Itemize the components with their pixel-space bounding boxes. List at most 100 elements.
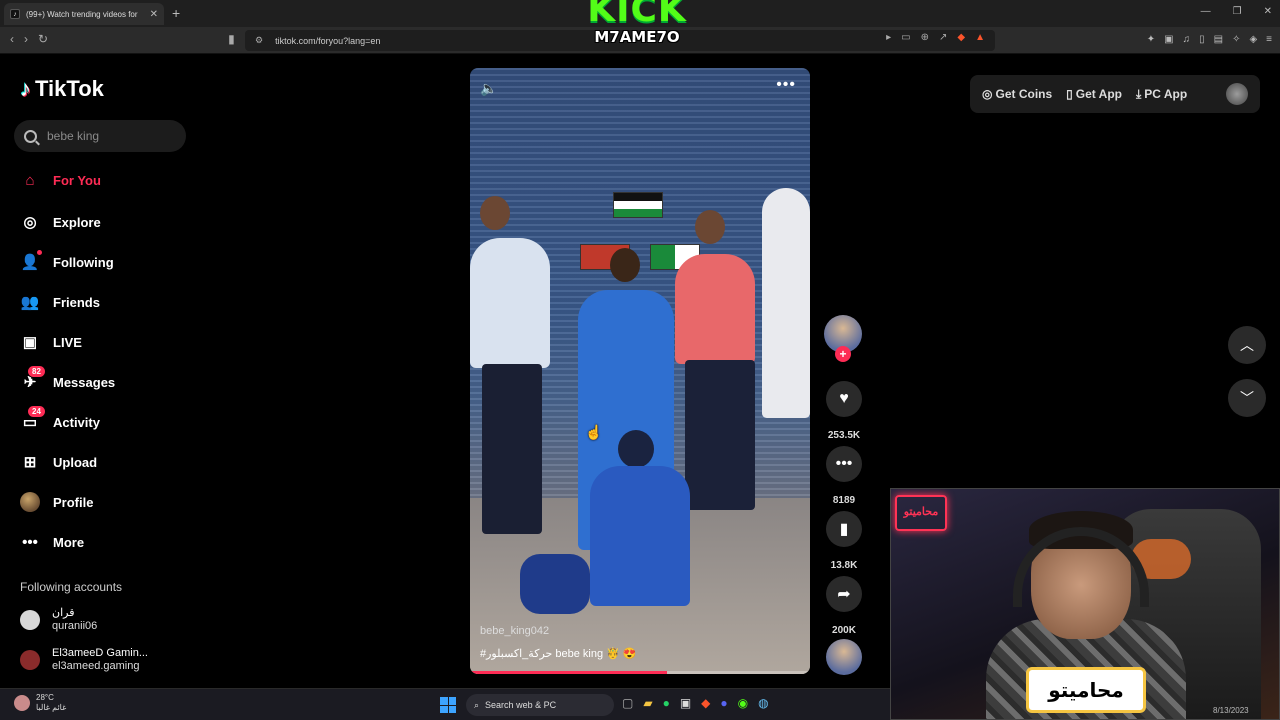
weather-text: غائم غالبا: [36, 703, 67, 712]
zoom-icon[interactable]: ⊕: [921, 32, 929, 43]
comment-icon: •••: [826, 446, 862, 482]
brave-shields-icon[interactable]: ◆: [957, 32, 965, 43]
following-account[interactable]: قران quranii06: [20, 607, 97, 633]
search-icon: ⌕: [474, 699, 480, 710]
minimize-icon[interactable]: —: [1201, 6, 1211, 17]
taskbar-apps: ▢ ▰ ● ▣ ◆ ● ◉ ◍: [622, 696, 769, 710]
sidebar-item-label: Messages: [53, 374, 116, 390]
task-view-icon[interactable]: ▢: [622, 696, 633, 710]
get-app-button[interactable]: ▯ Get App: [1066, 87, 1122, 101]
video-username[interactable]: bebe_king042: [480, 625, 549, 637]
app-icon[interactable]: ▣: [680, 696, 691, 710]
search-icon: [24, 129, 37, 143]
video-actions: + ♥ 253.5K ••• 8189 ▮ 13.8K ➦ 200K: [824, 315, 864, 675]
sidebar-item-upload[interactable]: ⊞ Upload: [20, 442, 200, 482]
more-options-icon[interactable]: •••: [776, 76, 796, 94]
pc-app-button[interactable]: ⤓ PC App: [1136, 87, 1187, 102]
following-account[interactable]: El3ameeD Gamin... el3ameed.gaming: [20, 647, 148, 673]
streamer-name: M7AME7O: [594, 28, 680, 46]
next-video-button[interactable]: ﹀: [1228, 379, 1266, 417]
get-app-label: Get App: [1075, 87, 1122, 101]
tab-close-icon[interactable]: ✕: [150, 9, 158, 20]
file-explorer-icon[interactable]: ▰: [643, 696, 652, 710]
like-button[interactable]: ♥ 253.5K: [826, 381, 862, 441]
discord-icon[interactable]: ●: [720, 696, 727, 710]
video-player[interactable]: 🔈 ••• bebe_king042 #حركة_اكسبلور bebe ki…: [470, 68, 810, 674]
back-icon[interactable]: ‹: [10, 32, 14, 46]
weather-widget[interactable]: 28°C غائم غالبا: [14, 693, 66, 713]
compass-icon: ◎: [23, 214, 37, 231]
profile-avatar-icon: [20, 492, 40, 512]
video-progress-bar[interactable]: [470, 671, 810, 674]
windows-start-icon[interactable]: [440, 697, 456, 713]
account-avatar: [20, 610, 40, 630]
sidebar-item-label: More: [53, 534, 85, 550]
sidebar-item-friends[interactable]: 👥 Friends: [20, 282, 200, 322]
forward-icon[interactable]: ›: [24, 32, 28, 46]
obs-icon[interactable]: ◉: [738, 696, 748, 710]
whatsapp-icon[interactable]: ●: [663, 696, 670, 710]
new-tab-button[interactable]: +: [172, 5, 180, 21]
wallet-icon[interactable]: ▤: [1214, 34, 1223, 45]
person-shirt: [470, 238, 550, 368]
music-disc-avatar[interactable]: [826, 639, 862, 675]
home-icon: ⌂: [25, 171, 35, 189]
sidebar-item-following[interactable]: 👤 Following: [20, 242, 200, 282]
sidebar-item-live[interactable]: ▣ LIVE: [20, 322, 200, 362]
creator-avatar[interactable]: +: [824, 315, 862, 362]
vpn-icon[interactable]: ◈: [1249, 34, 1257, 45]
sidebar-item-for-you[interactable]: ⌂ For You: [20, 160, 200, 200]
volume-icon[interactable]: 🔈: [480, 80, 497, 97]
account-avatar: [20, 650, 40, 670]
sidebar-item-profile[interactable]: Profile: [20, 482, 200, 522]
leo-icon[interactable]: ✧: [1232, 34, 1240, 45]
get-coins-button[interactable]: ◎ Get Coins: [982, 87, 1052, 101]
sidebar-item-more[interactable]: ••• More: [20, 522, 200, 562]
sidebar-item-label: Profile: [53, 494, 94, 510]
tiktok-logo[interactable]: ♪ TikTok: [20, 76, 104, 102]
chevron-up-icon: ︿: [1240, 337, 1254, 353]
share-arrow-icon: ➦: [826, 576, 862, 612]
menu-icon[interactable]: ≡: [1266, 34, 1272, 45]
share-button[interactable]: ➦ 200K: [826, 576, 862, 636]
person-shirt: [675, 254, 755, 364]
media-icon[interactable]: ▸: [886, 32, 891, 43]
url-actions: ▸ ▭ ⊕ ↗ ◆ ▲: [886, 32, 985, 43]
weather-temp: 28°C: [36, 693, 54, 702]
tab-title: (99+) Watch trending videos for: [26, 9, 138, 19]
comment-button[interactable]: ••• 8189: [826, 446, 862, 506]
sidebar-item-explore[interactable]: ◎ Explore: [20, 202, 200, 242]
follow-plus-icon[interactable]: +: [835, 346, 851, 362]
close-window-icon[interactable]: ✕: [1264, 6, 1272, 17]
comment-count: 8189: [832, 495, 856, 506]
share-icon[interactable]: ↗: [939, 32, 947, 43]
reader-icon[interactable]: ▭: [901, 32, 910, 43]
browser-tab[interactable]: ♪ (99+) Watch trending videos for ✕: [4, 3, 164, 25]
maximize-icon[interactable]: ❐: [1233, 6, 1242, 17]
taskbar-search[interactable]: ⌕ Search web & PC: [466, 694, 614, 716]
share-count: 200K: [832, 625, 856, 636]
site-info-icon[interactable]: ⚙: [255, 35, 263, 46]
top-actions: ◎ Get Coins ▯ Get App ⤓ PC App: [970, 75, 1260, 113]
save-button[interactable]: ▮ 13.8K: [826, 511, 862, 571]
bookmark-icon: ▮: [826, 511, 862, 547]
user-avatar[interactable]: [1226, 83, 1248, 105]
previous-video-button[interactable]: ︿: [1228, 326, 1266, 364]
screenshot-icon[interactable]: ▣: [1164, 34, 1173, 45]
search-input[interactable]: bebe king: [14, 120, 186, 152]
sidebar-item-activity[interactable]: ▭ 24 Activity: [20, 402, 200, 442]
reload-icon[interactable]: ↻: [38, 32, 48, 46]
bookmark-icon[interactable]: ▮: [228, 32, 235, 46]
person-head: [618, 430, 654, 468]
following-icon: 👤: [20, 254, 40, 271]
sidebar-icon[interactable]: ▯: [1199, 34, 1205, 45]
extensions-icon[interactable]: ✦: [1147, 34, 1155, 45]
flag-image: [613, 192, 663, 218]
brave-icon[interactable]: ◆: [701, 696, 710, 710]
pc-app-label: PC App: [1144, 87, 1188, 101]
steam-icon[interactable]: ◍: [758, 696, 768, 710]
music-icon[interactable]: ♫: [1183, 34, 1191, 45]
sidebar-item-label: Following: [53, 254, 114, 270]
sidebar-item-messages[interactable]: ✈ 82 Messages: [20, 362, 200, 402]
brave-rewards-icon[interactable]: ▲: [975, 32, 985, 43]
